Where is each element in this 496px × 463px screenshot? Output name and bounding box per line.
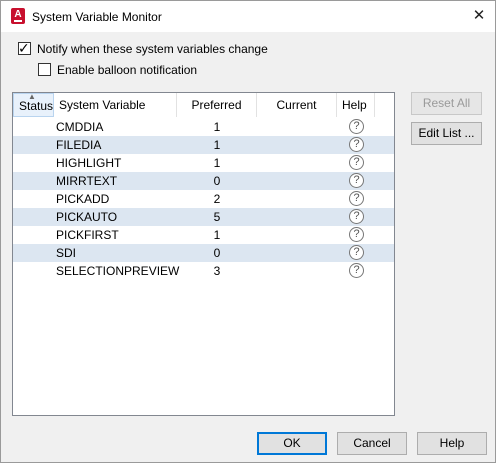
column-header-filler	[375, 93, 394, 117]
variable-name-cell: PICKADD	[56, 192, 110, 206]
help-cell[interactable]: ?	[349, 263, 364, 279]
preferred-value-cell[interactable]: 0	[177, 244, 257, 262]
column-header-current[interactable]: Current	[257, 93, 337, 117]
edit-list-button[interactable]: Edit List ...	[411, 122, 482, 145]
close-icon[interactable]: ✕	[467, 5, 491, 27]
table-row[interactable]: PICKAUTO 5?	[13, 208, 394, 226]
help-cell[interactable]: ?	[349, 209, 364, 225]
table-row[interactable]: PICKFIRST 1?	[13, 226, 394, 244]
window-title: System Variable Monitor	[32, 10, 162, 24]
help-question-icon[interactable]: ?	[349, 173, 364, 188]
preferred-value-cell[interactable]: 1	[177, 226, 257, 244]
system-variable-list[interactable]: ▲ Status System Variable Preferred Curre…	[12, 92, 395, 416]
variable-name-cell: SELECTIONPREVIEW	[56, 264, 180, 278]
preferred-value-cell[interactable]: 3	[177, 262, 257, 280]
variable-name-cell: HIGHLIGHT	[56, 156, 122, 170]
title-bar: A System Variable Monitor ✕	[1, 1, 495, 32]
variable-name-cell: SDI	[56, 246, 77, 260]
help-question-icon[interactable]: ?	[349, 227, 364, 242]
preferred-value-cell[interactable]: 5	[177, 208, 257, 226]
column-header-help[interactable]: Help	[337, 93, 375, 117]
help-cell[interactable]: ?	[349, 137, 364, 153]
ok-button[interactable]: OK	[257, 432, 327, 455]
help-question-icon[interactable]: ?	[349, 119, 364, 134]
app-icon-letter: A	[14, 9, 22, 20]
table-row[interactable]: SELECTIONPREVIEW 3?	[13, 262, 394, 280]
reset-all-button[interactable]: Reset All	[411, 92, 482, 115]
help-cell[interactable]: ?	[349, 155, 364, 171]
help-button[interactable]: Help	[417, 432, 487, 455]
list-header: ▲ Status System Variable Preferred Curre…	[13, 92, 394, 117]
system-variable-monitor-dialog: A System Variable Monitor ✕ ✓ Notify whe…	[0, 0, 496, 463]
help-cell[interactable]: ?	[349, 119, 364, 135]
cancel-button[interactable]: Cancel	[337, 432, 407, 455]
column-header-preferred[interactable]: Preferred	[177, 93, 257, 117]
autocad-app-icon: A	[11, 8, 25, 24]
help-question-icon[interactable]: ?	[349, 191, 364, 206]
preferred-value-cell[interactable]: 1	[177, 154, 257, 172]
variable-name-cell: PICKFIRST	[56, 228, 119, 242]
help-cell[interactable]: ?	[349, 173, 364, 189]
variable-name-cell: FILEDIA	[56, 138, 102, 152]
preferred-value-cell[interactable]: 1	[177, 118, 257, 136]
variable-name-cell: MIRRTEXT	[56, 174, 118, 188]
help-question-icon[interactable]: ?	[349, 155, 364, 170]
preferred-value-cell[interactable]: 2	[177, 190, 257, 208]
preferred-value-cell[interactable]: 1	[177, 136, 257, 154]
help-question-icon[interactable]: ?	[349, 209, 364, 224]
variable-name-cell: CMDDIA	[56, 120, 104, 134]
table-row[interactable]: FILEDIA 1?	[13, 136, 394, 154]
help-question-icon[interactable]: ?	[349, 263, 364, 278]
help-question-icon[interactable]: ?	[349, 137, 364, 152]
table-row[interactable]: PICKADD 2?	[13, 190, 394, 208]
column-header-status[interactable]: ▲ Status	[13, 92, 54, 117]
variable-name-cell: PICKAUTO	[56, 210, 118, 224]
preferred-value-cell[interactable]: 0	[177, 172, 257, 190]
help-cell[interactable]: ?	[349, 245, 364, 261]
balloon-notification-checkbox[interactable]	[38, 63, 51, 76]
help-question-icon[interactable]: ?	[349, 245, 364, 260]
checkmark-icon: ✓	[18, 40, 30, 56]
sort-ascending-icon: ▲	[28, 92, 36, 101]
table-row[interactable]: SDI 0?	[13, 244, 394, 262]
table-row[interactable]: MIRRTEXT 0?	[13, 172, 394, 190]
balloon-notification-label[interactable]: Enable balloon notification	[57, 63, 197, 77]
column-header-system-variable[interactable]: System Variable	[54, 93, 177, 117]
help-cell[interactable]: ?	[349, 191, 364, 207]
notify-checkbox[interactable]: ✓	[18, 40, 31, 56]
table-row[interactable]: CMDDIA 1?	[13, 118, 394, 136]
help-cell[interactable]: ?	[349, 227, 364, 243]
table-row[interactable]: HIGHLIGHT 1?	[13, 154, 394, 172]
notify-label[interactable]: Notify when these system variables chang…	[37, 42, 268, 56]
